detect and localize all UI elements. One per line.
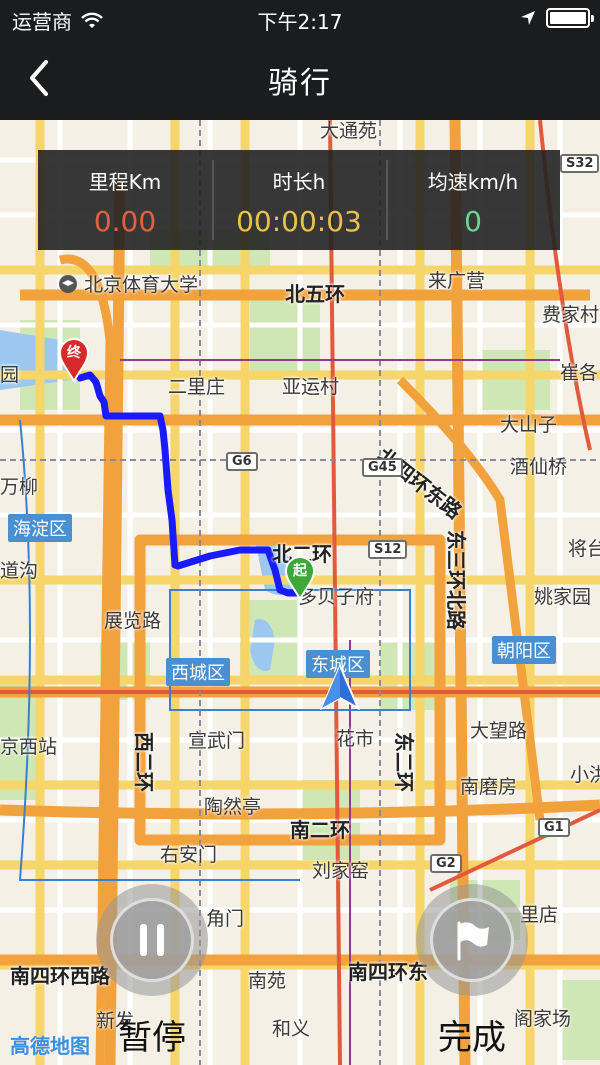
status-bar: 运营商 下午2:17 — [0, 0, 600, 40]
map-label-yayuncun: 亚运村 — [282, 376, 340, 398]
map-label-south4east: 南四环东 — [348, 960, 428, 984]
map-label-nanmofang: 南磨房 — [460, 776, 518, 798]
map-label-gejiachang: 阁家场 — [514, 1008, 572, 1030]
map-label-bsu-text: 北京体育大学 — [84, 274, 199, 296]
start-marker-label: 起 — [293, 563, 307, 579]
map-label-feijiacun: 费家村 — [542, 304, 600, 326]
page-title: 骑行 — [268, 66, 332, 101]
end-marker-label: 终 — [67, 345, 81, 361]
status-time: 下午2:17 — [257, 10, 343, 34]
map-label-east2: 东二环 — [392, 732, 416, 792]
road-shield-g45: G45 — [362, 458, 403, 477]
start-marker[interactable]: 起 — [284, 556, 316, 602]
map-label-liujiayao: 刘家窑 — [312, 860, 370, 882]
map-label-yaojiayuan: 姚家园 — [534, 586, 592, 608]
road-shield-s12: S12 — [368, 540, 408, 559]
finish-label[interactable]: 完成 — [438, 1010, 506, 1059]
finish-button[interactable] — [416, 884, 528, 996]
map-label-south4west: 南四环西路 — [10, 964, 110, 988]
map-label-zhanlanlu: 展览路 — [104, 610, 162, 632]
map-provider-logo: 高德地图 — [10, 1034, 90, 1058]
road-shield-g6: G6 — [226, 452, 258, 471]
duration-label: 时长h — [272, 170, 326, 194]
map-label-xuanwumen: 宣武门 — [188, 730, 246, 752]
map-label-dawanglu: 大望路 — [470, 720, 528, 742]
map-label-nanyuan: 南苑 — [248, 970, 287, 992]
location-arrow-icon — [521, 11, 535, 25]
map-label-jiuxianqiao: 酒仙桥 — [510, 456, 568, 478]
school-icon — [59, 275, 77, 293]
stat-duration: 时长h 00:00:03 — [212, 150, 386, 250]
map-label-cuige: 崔各 — [560, 362, 599, 384]
map-label-west2: 西二环 — [132, 732, 156, 792]
map-label-east3north: 东三环北路 — [444, 530, 468, 630]
distance-label: 里程Km — [88, 170, 162, 194]
map-label-daogou: 道沟 — [0, 560, 39, 582]
map-label-datongyuan: 大通苑 — [320, 120, 378, 142]
duration-value: 00:00:03 — [236, 205, 362, 238]
map-label-taoranting: 陶然亭 — [204, 796, 262, 818]
map-label-laiguangying: 来广营 — [428, 270, 486, 292]
map-label-youanmen: 右安门 — [160, 844, 218, 866]
map-label-bsu: 北京体育大学 — [58, 270, 198, 297]
flag-icon — [457, 921, 489, 961]
map-label-lidian: 里店 — [520, 904, 559, 926]
map-label-xizhan: 京西站 — [0, 736, 58, 758]
map-label-liu: 万柳 — [0, 476, 39, 498]
stat-speed: 均速km/h 0 — [386, 150, 560, 250]
map-label-jiaomen: 角门 — [206, 908, 245, 930]
pause-label[interactable]: 暂停 — [118, 1010, 186, 1059]
pause-icon — [140, 924, 164, 956]
current-location — [319, 663, 361, 711]
map-label-jiangtai: 将台 — [568, 538, 600, 560]
navigation-arrow-icon — [319, 663, 361, 711]
map-label-haidian: 海淀区 — [8, 514, 72, 542]
pause-button[interactable] — [96, 884, 208, 996]
map-label-south2: 南二环 — [290, 818, 350, 842]
map-label-heyi: 和义 — [272, 1018, 311, 1040]
map-label-dashanzi: 大山子 — [500, 414, 558, 436]
map-label-huashi: 花市 — [336, 728, 375, 750]
finish-button-inner — [430, 898, 514, 982]
map-label-chaoyang: 朝阳区 — [492, 636, 556, 664]
road-shield-g1: G1 — [538, 818, 570, 837]
end-marker[interactable]: 终 — [58, 338, 90, 384]
stat-distance: 里程Km 0.00 — [38, 150, 212, 250]
ride-stats-panel: 里程Km 0.00 时长h 00:00:03 均速km/h 0 — [38, 150, 560, 250]
pause-button-inner — [110, 898, 194, 982]
map-label-xicheng: 西城区 — [166, 658, 230, 686]
speed-value: 0 — [464, 205, 482, 238]
map-label-erlizhuang: 二里庄 — [168, 376, 226, 398]
map-label-xiaohong: 小洪 — [570, 764, 600, 786]
map-label-yuan: 园 — [0, 364, 20, 386]
map-label-north5: 北五环 — [285, 282, 345, 306]
road-shield-s32: S32 — [560, 154, 600, 173]
road-shield-g2: G2 — [430, 854, 462, 873]
speed-label: 均速km/h — [427, 170, 519, 194]
distance-value: 0.00 — [93, 205, 157, 238]
nav-bar: 骑行 — [0, 40, 600, 120]
status-right — [520, 8, 594, 28]
battery-icon — [546, 8, 594, 28]
